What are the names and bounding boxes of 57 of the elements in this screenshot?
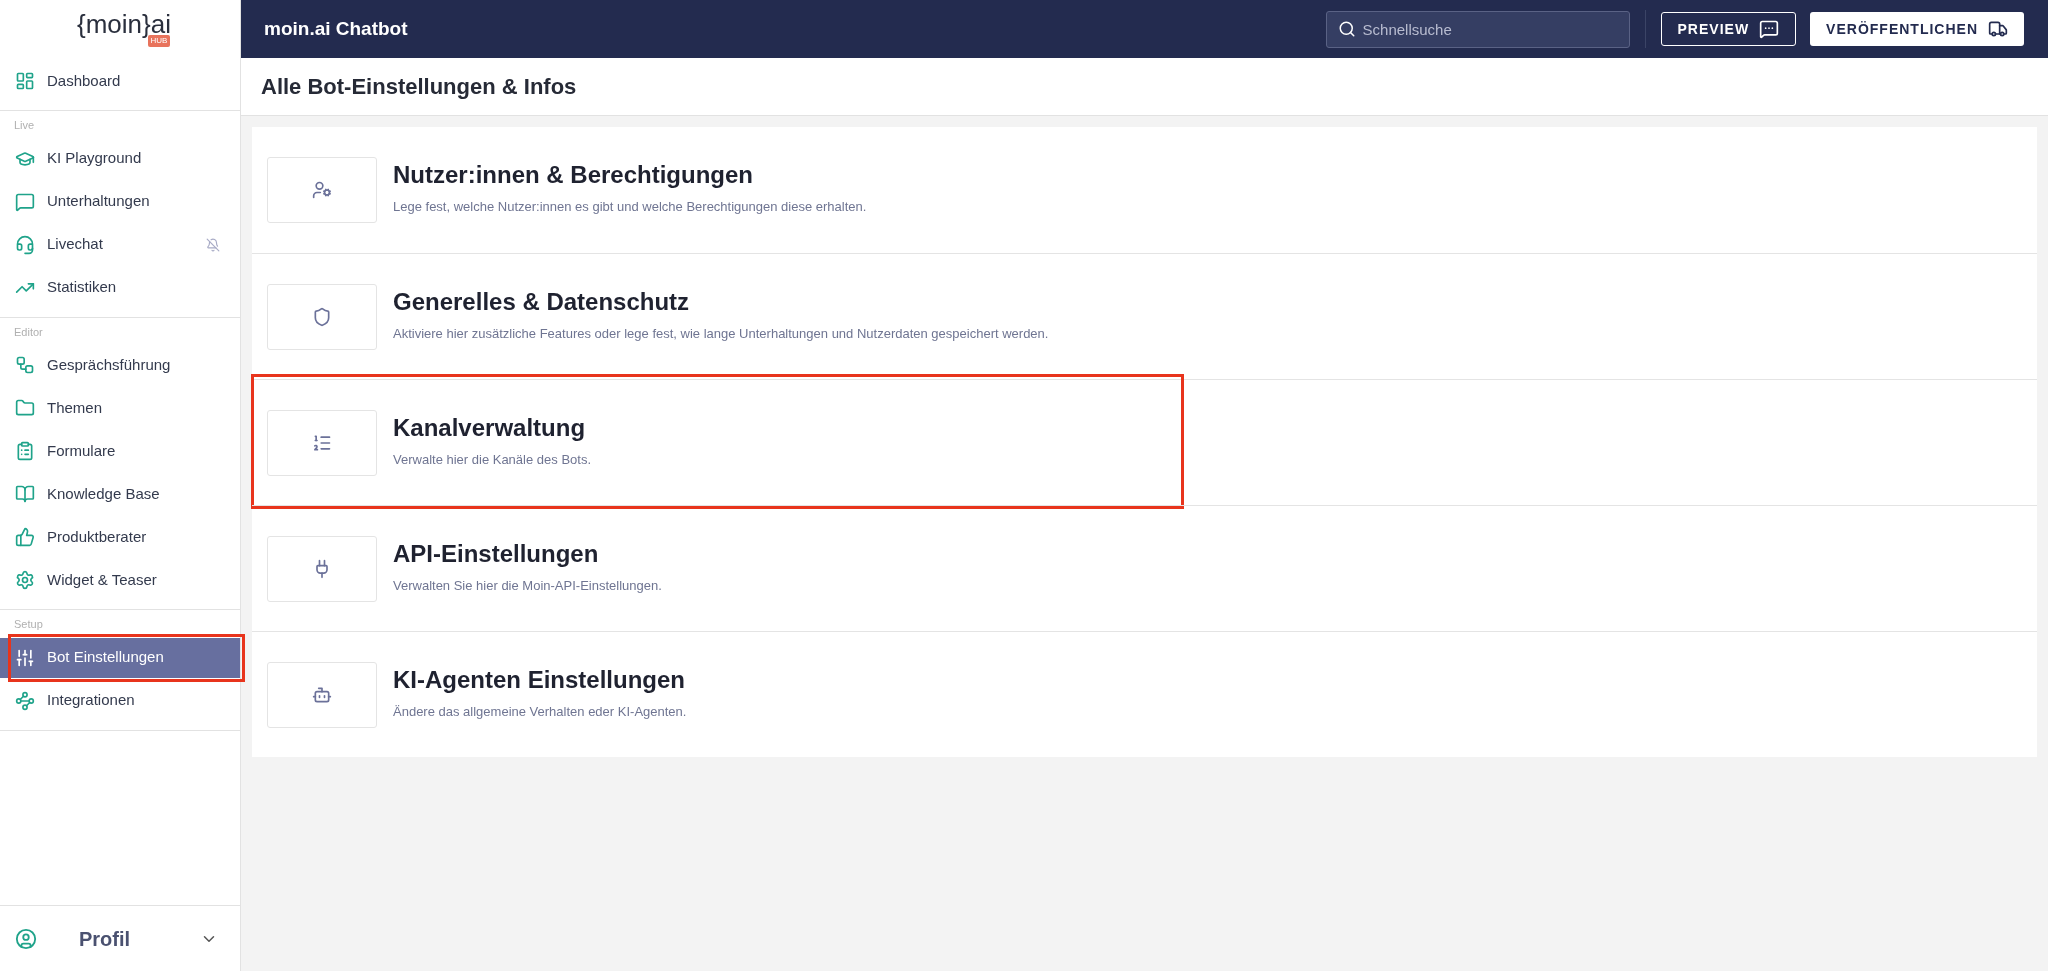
app-title: moin.ai Chatbot [264, 16, 408, 41]
sidebar-item[interactable]: Widget & Teaser [0, 560, 240, 600]
settings-row[interactable]: API-Einstellungen Verwalten Sie hier die Moin-API-Einstellungen. [252, 505, 2037, 631]
truck-icon [1988, 19, 2008, 39]
sidebar-item[interactable]: Bot Einstellungen [0, 637, 240, 678]
settings-row[interactable]: Kanalverwaltung Verwalte hier die Kanäle des Bots. [252, 379, 2037, 505]
logo-badge: HUB [147, 35, 171, 47]
row-title: Nutzer:innen & Berechtigungen [393, 160, 754, 191]
section-label: Editor [13, 324, 44, 340]
user-icon [15, 927, 37, 950]
gear-icon [15, 570, 35, 590]
row-description: Aktiviere hier zusätzliche Features oder lege fest, wie lange Unterhaltungen und Nutzerdaten gespeichert werden. [393, 324, 1049, 343]
search-field[interactable]: Schnellsuche [1325, 10, 1630, 48]
row-title: Generelles & Datenschutz [393, 286, 691, 317]
row-description: Verwalten Sie hier die Moin-API-Einstellungen. [393, 576, 662, 595]
sidebar-item[interactable]: Unterhaltungen [0, 181, 240, 222]
form-icon [15, 441, 35, 461]
sidebar-item[interactable]: Gesprächsführung [0, 345, 240, 385]
folder-icon [15, 398, 35, 418]
book-icon [15, 484, 35, 504]
sidebar-item[interactable]: Livechat [0, 224, 240, 265]
sliders-icon [15, 647, 35, 668]
sidebar-item[interactable]: Integrationen [0, 680, 240, 721]
dashboard-icon [15, 71, 35, 91]
sidebar-item[interactable]: Produktberater [0, 517, 240, 557]
user-gear-icon [312, 180, 332, 200]
logo-text: {moin}ai [76, 11, 171, 37]
preview-button[interactable]: PREVIEW [1660, 12, 1797, 46]
sidebar-item[interactable]: Knowledge Base [0, 474, 240, 514]
chat-bubble-icon [15, 191, 35, 212]
section-label: Live [13, 118, 36, 133]
sidebar-item[interactable]: Themen [0, 388, 240, 428]
sidebar-item[interactable]: Statistiken [0, 267, 240, 308]
flow-icon [15, 355, 35, 375]
section-label: Setup [13, 617, 44, 632]
shield-icon [312, 306, 332, 327]
publish-button[interactable]: VERÖFFENTLICHEN [1810, 12, 2024, 46]
thumbs-up-icon [15, 527, 35, 547]
row-title: Kanalverwaltung [393, 412, 587, 443]
row-description: Verwalte hier die Kanäle des Bots. [393, 450, 591, 469]
row-title: KI-Agenten Einstellungen [393, 664, 686, 695]
row-description: Lege fest, welche Nutzer:innen es gibt und welche Berechtigungen diese erhalten. [393, 198, 867, 217]
sidebar-item[interactable]: Formulare [0, 431, 240, 471]
page-title: Alle Bot-Einstellungen & Infos [261, 73, 577, 101]
settings-row[interactable]: Generelles & Datenschutz Aktiviere hier zusätzliche Features oder lege fest, wie lange Unterhaltungen und Nutzerdaten gespeichert werden. [252, 253, 2037, 379]
row-title: API-Einstellungen [393, 538, 600, 569]
settings-row[interactable]: KI-Agenten Einstellungen Ändere das allgemeine Verhalten eder KI-Agenten. [252, 631, 2037, 757]
chat-bubble-icon [1759, 19, 1780, 39]
connection-icon [15, 690, 35, 711]
sidebar-item[interactable]: KI Playground [0, 138, 240, 179]
search-icon [1337, 19, 1356, 38]
bell-off-icon [206, 237, 220, 252]
settings-row[interactable]: Nutzer:innen & Berechtigungen Lege fest, welche Nutzer:innen es gibt und welche Berechtigungen diese erhalten. [252, 127, 2037, 253]
row-description: Ändere das allgemeine Verhalten eder KI-Agenten. [393, 702, 687, 721]
sidebar-item[interactable]: Dashboard [0, 61, 240, 101]
profile-label[interactable]: Profil [79, 923, 131, 954]
headset-icon [15, 234, 35, 255]
